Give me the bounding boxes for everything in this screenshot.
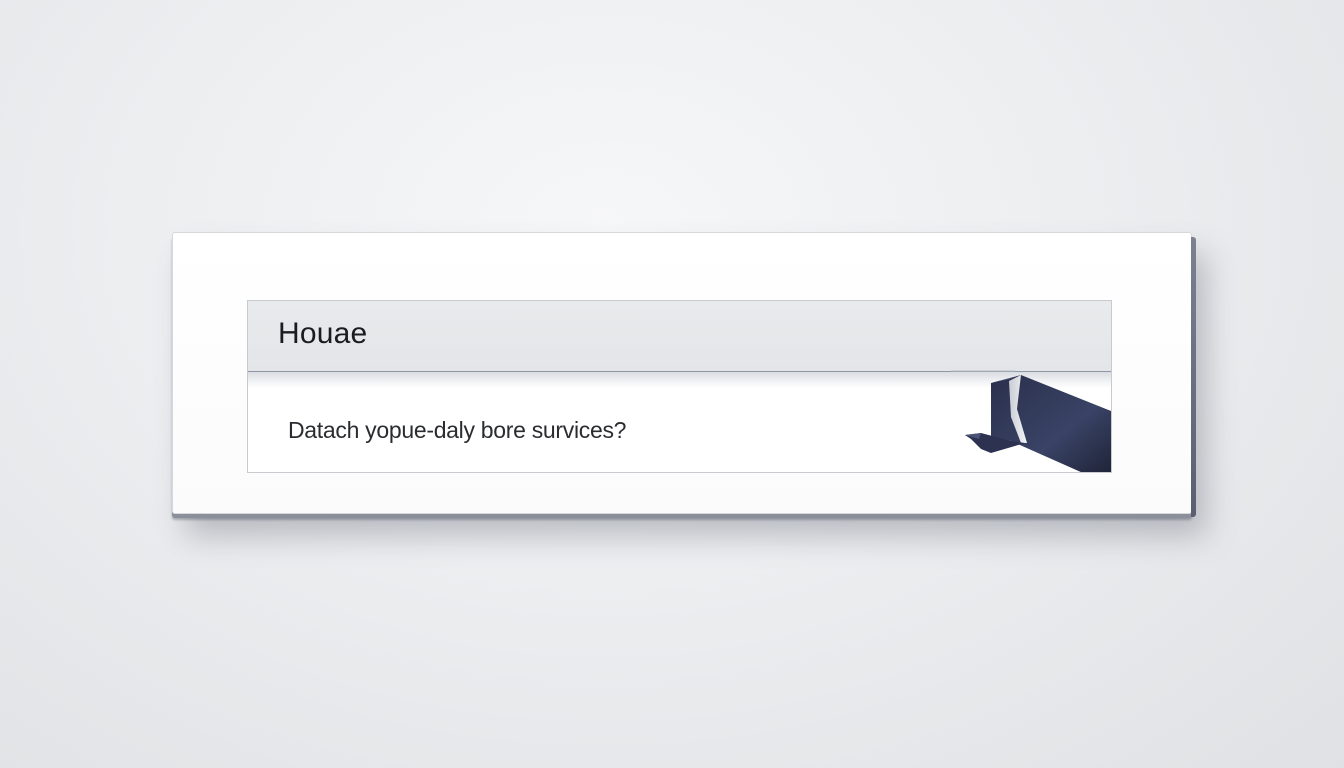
card-body-text: Datach yopue-daly bore survices?: [288, 417, 627, 443]
folded-flap-icon[interactable]: [951, 361, 1111, 473]
card-title: Houae: [278, 317, 368, 350]
dialog-card: Houae Datach yopue-daly bore survices?: [247, 300, 1112, 473]
